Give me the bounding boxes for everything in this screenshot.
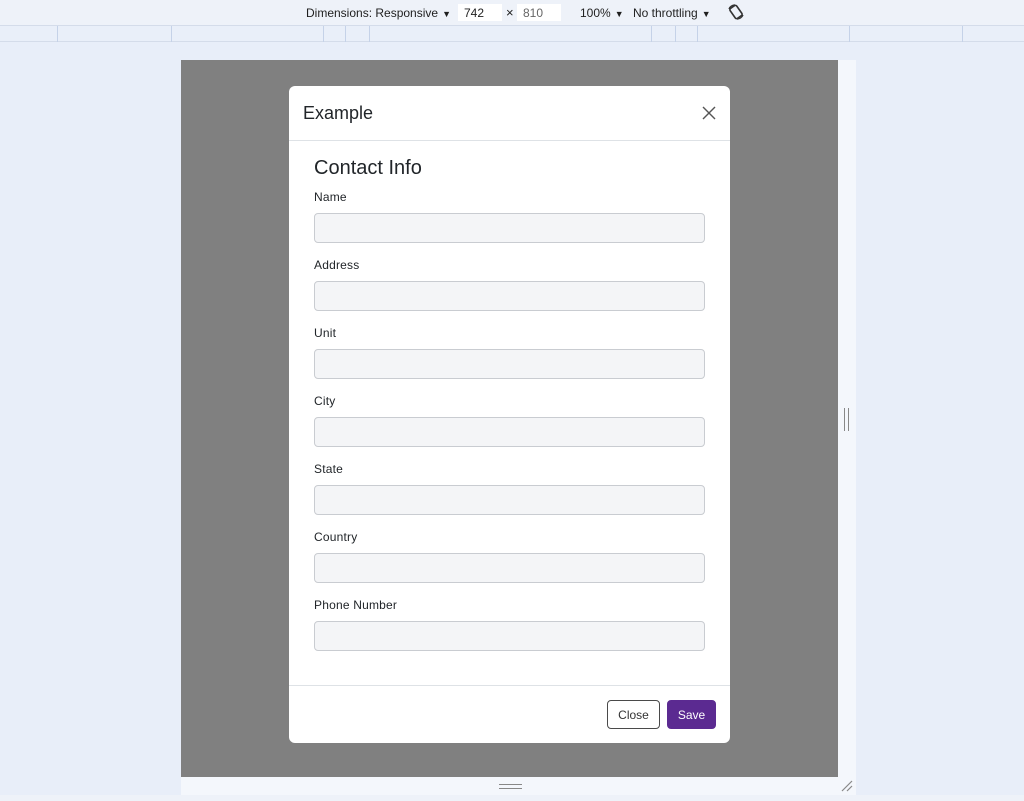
close-icon[interactable] [700, 104, 718, 122]
resize-handle-right[interactable] [844, 408, 849, 431]
modal-title: Example [303, 102, 374, 123]
dimensions-label: Dimensions: Responsive [306, 6, 439, 20]
country-field-group: Country [314, 530, 705, 583]
throttling-label: No throttling [633, 6, 698, 20]
address-input[interactable] [314, 281, 705, 311]
state-label: State [314, 462, 344, 476]
bottom-bar [0, 795, 1024, 801]
name-field-group: Name [314, 190, 705, 243]
modal-body: Contact Info Name Address Unit City Stat… [289, 141, 730, 685]
rotate-icon[interactable] [727, 3, 745, 21]
name-label: Name [314, 190, 347, 204]
address-field-group: Address [314, 258, 705, 311]
city-label: City [314, 394, 336, 408]
caret-down-icon: ▼ [701, 9, 711, 19]
media-query-bar[interactable] [0, 25, 1024, 42]
save-button[interactable]: Save [667, 700, 716, 729]
dimensions-dropdown[interactable]: Dimensions: Responsive ▼ [306, 6, 451, 20]
caret-down-icon: ▼ [614, 9, 624, 19]
state-input[interactable] [314, 485, 705, 515]
unit-label: Unit [314, 326, 337, 340]
phone-input[interactable] [314, 621, 705, 651]
height-input[interactable] [517, 4, 561, 21]
close-button[interactable]: Close [607, 700, 660, 729]
resize-handle-bottom[interactable] [499, 784, 522, 789]
zoom-label: 100% [580, 6, 611, 20]
devtools-device-toolbar: Dimensions: Responsive▼ × 100%▼ No throt… [0, 0, 1024, 25]
city-input[interactable] [314, 417, 705, 447]
phone-field-group: Phone Number [314, 598, 705, 651]
address-label: Address [314, 258, 360, 272]
phone-label: Phone Number [314, 598, 398, 612]
state-field-group: State [314, 462, 705, 515]
width-input[interactable] [458, 4, 502, 21]
modal-footer: Close Save [289, 685, 730, 743]
zoom-dropdown[interactable]: 100% ▼ [580, 6, 624, 20]
country-label: Country [314, 530, 358, 544]
modal-header: Example [289, 86, 730, 141]
contact-modal: Example Contact Info Name Address Unit C… [289, 86, 730, 743]
throttling-dropdown[interactable]: No throttling ▼ [633, 6, 711, 20]
unit-field-group: Unit [314, 326, 705, 379]
section-title: Contact Info [314, 157, 422, 179]
caret-down-icon: ▼ [442, 9, 451, 19]
times-separator: × [506, 5, 514, 20]
city-field-group: City [314, 394, 705, 447]
name-input[interactable] [314, 213, 705, 243]
unit-input[interactable] [314, 349, 705, 379]
resize-corner-icon[interactable] [840, 779, 854, 793]
country-input[interactable] [314, 553, 705, 583]
